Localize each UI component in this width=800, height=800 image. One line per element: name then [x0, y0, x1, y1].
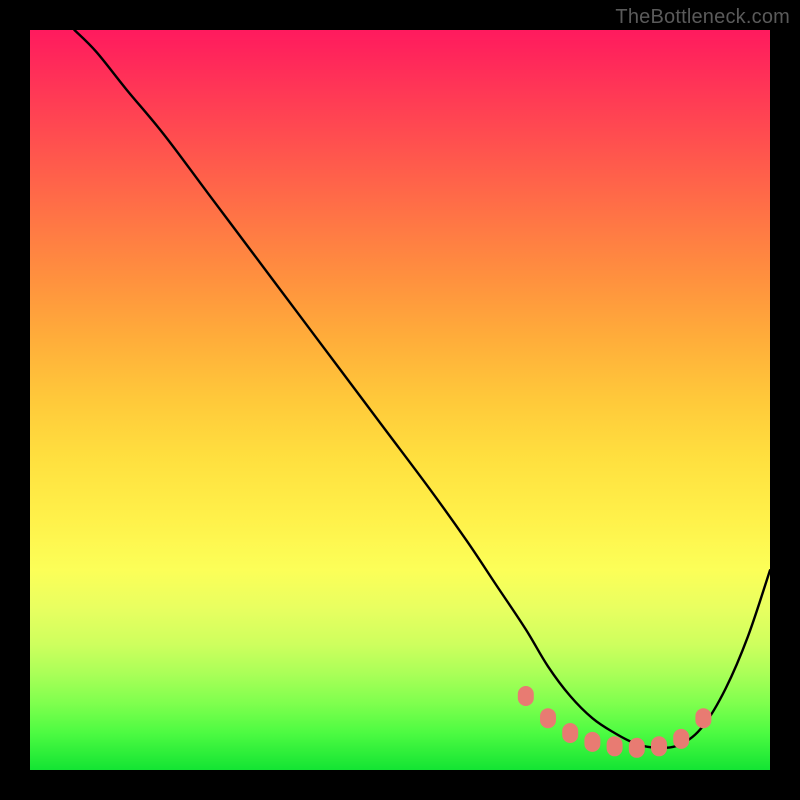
marker-dot: [540, 708, 556, 728]
plot-area: [30, 30, 770, 770]
marker-dot: [695, 708, 711, 728]
marker-dot: [607, 736, 623, 756]
marker-dot: [584, 732, 600, 752]
marker-dot: [629, 738, 645, 758]
chart-svg: [30, 30, 770, 770]
watermark-text: TheBottleneck.com: [615, 6, 790, 29]
marker-dot: [651, 736, 667, 756]
bottleneck-curve: [74, 30, 770, 748]
chart-frame: TheBottleneck.com: [0, 0, 800, 800]
marker-dot: [562, 723, 578, 743]
marker-dot: [673, 729, 689, 749]
optimal-range-markers: [518, 686, 712, 758]
marker-dot: [518, 686, 534, 706]
